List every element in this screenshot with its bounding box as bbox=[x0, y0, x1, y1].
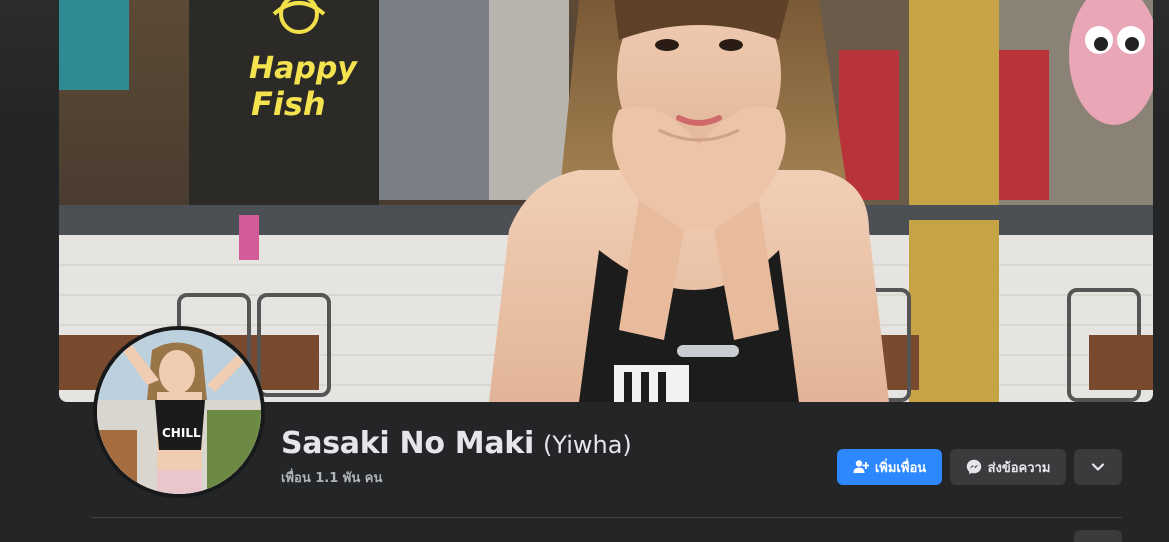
profile-display-name: Sasaki No Maki bbox=[281, 426, 534, 461]
add-friend-label: เพิ่มเพื่อน bbox=[874, 460, 927, 476]
message-label: ส่งข้อความ bbox=[987, 460, 1051, 476]
chevron-down-icon bbox=[1091, 460, 1105, 474]
profile-picture-ring[interactable]: CHILL bbox=[93, 326, 265, 498]
messenger-icon bbox=[966, 459, 982, 475]
more-options-button[interactable] bbox=[1074, 449, 1122, 485]
person-add-icon bbox=[853, 459, 869, 475]
profile-divider bbox=[91, 517, 1122, 518]
profile-page: Happy Fish CHILL Sasaki No Maki (Yiwha) … bbox=[0, 0, 1169, 542]
cover-sign-line-2: Fish bbox=[251, 85, 326, 123]
tabs-more-button[interactable] bbox=[1074, 530, 1122, 542]
cover-sign-line-1: Happy bbox=[249, 51, 358, 86]
avatar[interactable]: CHILL bbox=[97, 330, 261, 494]
avatar-shirt-text: CHILL bbox=[162, 426, 201, 440]
friends-count[interactable]: เพื่อน 1.1 พัน คน bbox=[281, 467, 382, 488]
add-friend-button[interactable]: เพิ่มเพื่อน bbox=[837, 449, 942, 485]
message-button[interactable]: ส่งข้อความ bbox=[950, 449, 1066, 485]
profile-name: Sasaki No Maki (Yiwha) bbox=[281, 426, 632, 461]
profile-alternate-name: (Yiwha) bbox=[543, 431, 632, 459]
